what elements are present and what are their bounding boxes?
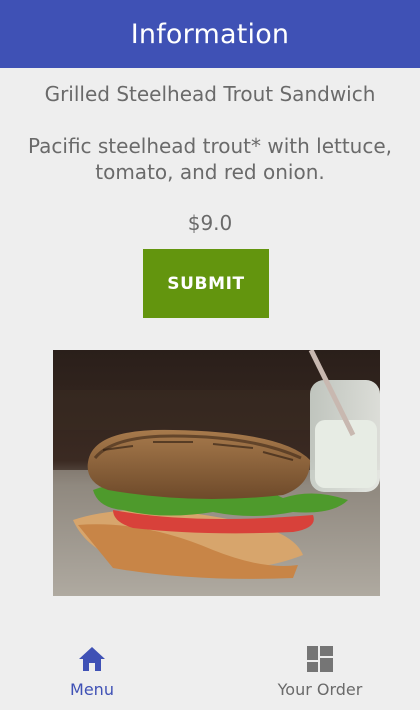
bottom-navigation: Menu Your Order <box>0 630 420 710</box>
dashboard-icon <box>307 644 333 674</box>
item-price: $9.0 <box>187 211 233 235</box>
item-description: Pacific steelhead trout* with lettuce, t… <box>27 134 393 184</box>
app-bar-title: Information <box>130 18 290 50</box>
food-photo <box>53 350 380 596</box>
nav-your-order-label: Your Order <box>277 680 363 699</box>
submit-button[interactable]: SUBMIT <box>143 249 269 318</box>
nav-your-order[interactable]: Your Order <box>245 630 395 710</box>
app-bar: Information <box>0 0 420 68</box>
nav-menu-label: Menu <box>70 680 114 699</box>
item-name: Grilled Steelhead Trout Sandwich <box>44 82 376 106</box>
nav-menu[interactable]: Menu <box>17 630 167 710</box>
home-icon <box>78 644 106 674</box>
